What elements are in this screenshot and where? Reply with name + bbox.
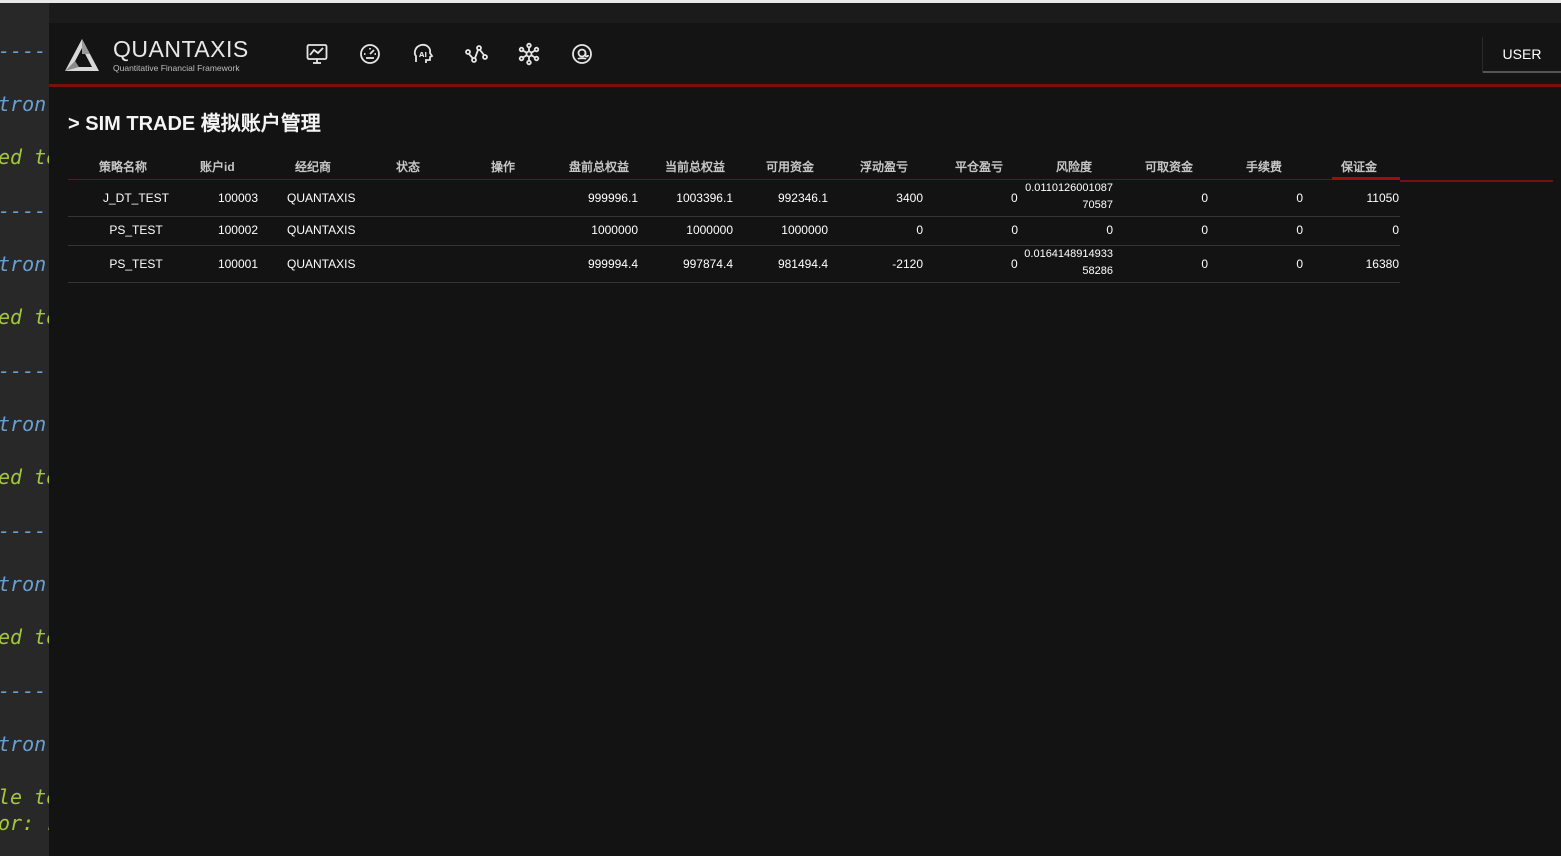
table-header: 策略名称 账户id 经纪商 状态 操作 盘前总权益 当前总权益 可用资金 浮动盈…	[68, 150, 1553, 182]
terminal-line: ed to	[0, 305, 49, 329]
cell-risk: 0	[1106, 223, 1113, 237]
terminal-line: -----	[0, 519, 49, 543]
terminal-line: le to	[0, 785, 49, 809]
cell-pre-equity: 999996.1	[587, 191, 638, 205]
cell-account-id: 100001	[217, 257, 258, 271]
cell-close-pnl: 0	[1011, 191, 1018, 205]
terminal-line: tron	[0, 412, 47, 436]
terminal-line: -----	[0, 199, 49, 223]
quantaxis-logo-icon[interactable]	[63, 37, 101, 73]
cell-margin: 16380	[1365, 257, 1399, 271]
brand[interactable]: QUANTAXIS Quantitative Financial Framewo…	[113, 37, 249, 73]
table-row[interactable]: PS_TEST 100001 QUANTAXIS 999994.4 997874…	[68, 246, 1400, 283]
table-row[interactable]: PS_TEST 100002 QUANTAXIS 1000000 1000000…	[68, 217, 1400, 246]
cell-pre-equity: 1000000	[591, 223, 638, 237]
cell-broker: QUANTAXIS	[287, 191, 356, 205]
cell-close-pnl: 0	[1011, 257, 1018, 271]
col-header-available[interactable]: 可用资金	[766, 158, 814, 175]
terminal-line: tron	[0, 572, 47, 596]
cell-withdrawable: 0	[1201, 191, 1208, 205]
cell-strategy: PS_TEST	[109, 257, 163, 271]
cell-account-id: 100003	[217, 191, 258, 205]
cell-float-pnl: 0	[916, 223, 923, 237]
col-header-status[interactable]: 状态	[396, 158, 420, 175]
cell-equity: 997874.4	[682, 257, 733, 271]
col-header-margin[interactable]: 保证金	[1341, 158, 1377, 175]
col-header-commission[interactable]: 手续费	[1246, 158, 1282, 175]
chart-monitor-icon[interactable]	[305, 42, 329, 66]
page-title: > SIM TRADE 模拟账户管理	[68, 113, 321, 135]
cell-broker: QUANTAXIS	[287, 223, 356, 237]
terminal-line: tron	[0, 252, 47, 276]
terminal-line: or: r	[0, 811, 49, 835]
cell-commission: 0	[1296, 257, 1303, 271]
cell-commission: 0	[1296, 191, 1303, 205]
cell-withdrawable: 0	[1201, 257, 1208, 271]
at-sign-icon[interactable]	[570, 42, 594, 66]
cell-pre-equity: 999994.4	[587, 257, 638, 271]
terminal-line: ed to	[0, 465, 49, 489]
brand-name: QUANTAXIS	[113, 36, 249, 62]
col-header-close-pnl[interactable]: 平仓盈亏	[955, 158, 1003, 175]
cell-margin: 0	[1392, 223, 1399, 237]
col-header-risk[interactable]: 风险度	[1056, 158, 1092, 175]
terminal-line: tron	[0, 92, 47, 116]
cell-close-pnl: 0	[1011, 223, 1018, 237]
col-header-equity[interactable]: 当前总权益	[665, 158, 725, 175]
terminal-line: ed to	[0, 145, 49, 169]
terminal-line: -----	[0, 359, 49, 383]
user-button[interactable]: USER	[1483, 37, 1561, 73]
asterisk-hub-icon[interactable]	[517, 42, 541, 66]
col-header-broker[interactable]: 经纪商	[295, 158, 331, 175]
col-header-strategy[interactable]: 策略名称	[99, 158, 147, 175]
cell-strategy: PS_TEST	[109, 223, 163, 237]
risk-value-part2: 58286	[1082, 265, 1113, 277]
brand-subtitle: Quantitative Financial Framework	[113, 63, 240, 73]
cell-margin: 11050	[1366, 191, 1399, 205]
cell-available: 992346.1	[777, 191, 828, 205]
cell-commission: 0	[1296, 223, 1303, 237]
svg-text:AI: AI	[419, 51, 427, 59]
quantaxis-app: QUANTAXIS Quantitative Financial Framewo…	[49, 23, 1561, 856]
cell-float-pnl: 3400	[896, 191, 923, 205]
terminal-line: tron	[0, 732, 47, 756]
ai-head-icon[interactable]: AI	[411, 42, 435, 66]
col-header-withdrawable[interactable]: 可取资金	[1145, 158, 1193, 175]
cell-float-pnl: -2120	[892, 257, 923, 271]
top-navbar: QUANTAXIS Quantitative Financial Framewo…	[49, 23, 1561, 87]
terminal-line: -----	[0, 39, 49, 63]
cell-available: 1000000	[781, 223, 828, 237]
col-header-action[interactable]: 操作	[491, 158, 515, 175]
cell-account-id: 100002	[217, 223, 258, 237]
col-header-account-id[interactable]: 账户id	[200, 158, 235, 175]
risk-value-part1: 0.0110126001087	[1025, 182, 1113, 194]
risk-value-part2: 70587	[1082, 199, 1113, 211]
col-header-pre-equity[interactable]: 盘前总权益	[569, 158, 629, 175]
window-top-strip	[0, 0, 1561, 3]
cell-risk: 0.0164148914933 58286	[1020, 246, 1113, 280]
cell-risk: 0.0110126001087 70587	[1020, 180, 1113, 214]
cell-equity: 1003396.1	[676, 191, 733, 205]
risk-value-part1: 0.0164148914933	[1024, 248, 1113, 260]
cell-broker: QUANTAXIS	[287, 257, 356, 271]
col-header-float-pnl[interactable]: 浮动盈亏	[860, 158, 908, 175]
header-accent-line	[1400, 180, 1553, 182]
cell-available: 981494.4	[777, 257, 828, 271]
cell-withdrawable: 0	[1201, 223, 1208, 237]
background-terminal: ----- tron ed to ----- tron ed to ----- …	[0, 3, 49, 856]
cell-equity: 1000000	[686, 223, 733, 237]
terminal-line: ed to	[0, 625, 49, 649]
cell-strategy: J_DT_TEST	[102, 191, 169, 205]
table-row[interactable]: J_DT_TEST 100003 QUANTAXIS 999996.1 1003…	[68, 180, 1400, 217]
terminal-line: -----	[0, 679, 49, 703]
dashboard-gauge-icon[interactable]	[358, 42, 382, 66]
network-graph-icon[interactable]	[464, 42, 488, 66]
sim-accounts-table: 策略名称 账户id 经纪商 状态 操作 盘前总权益 当前总权益 可用资金 浮动盈…	[68, 150, 1553, 283]
